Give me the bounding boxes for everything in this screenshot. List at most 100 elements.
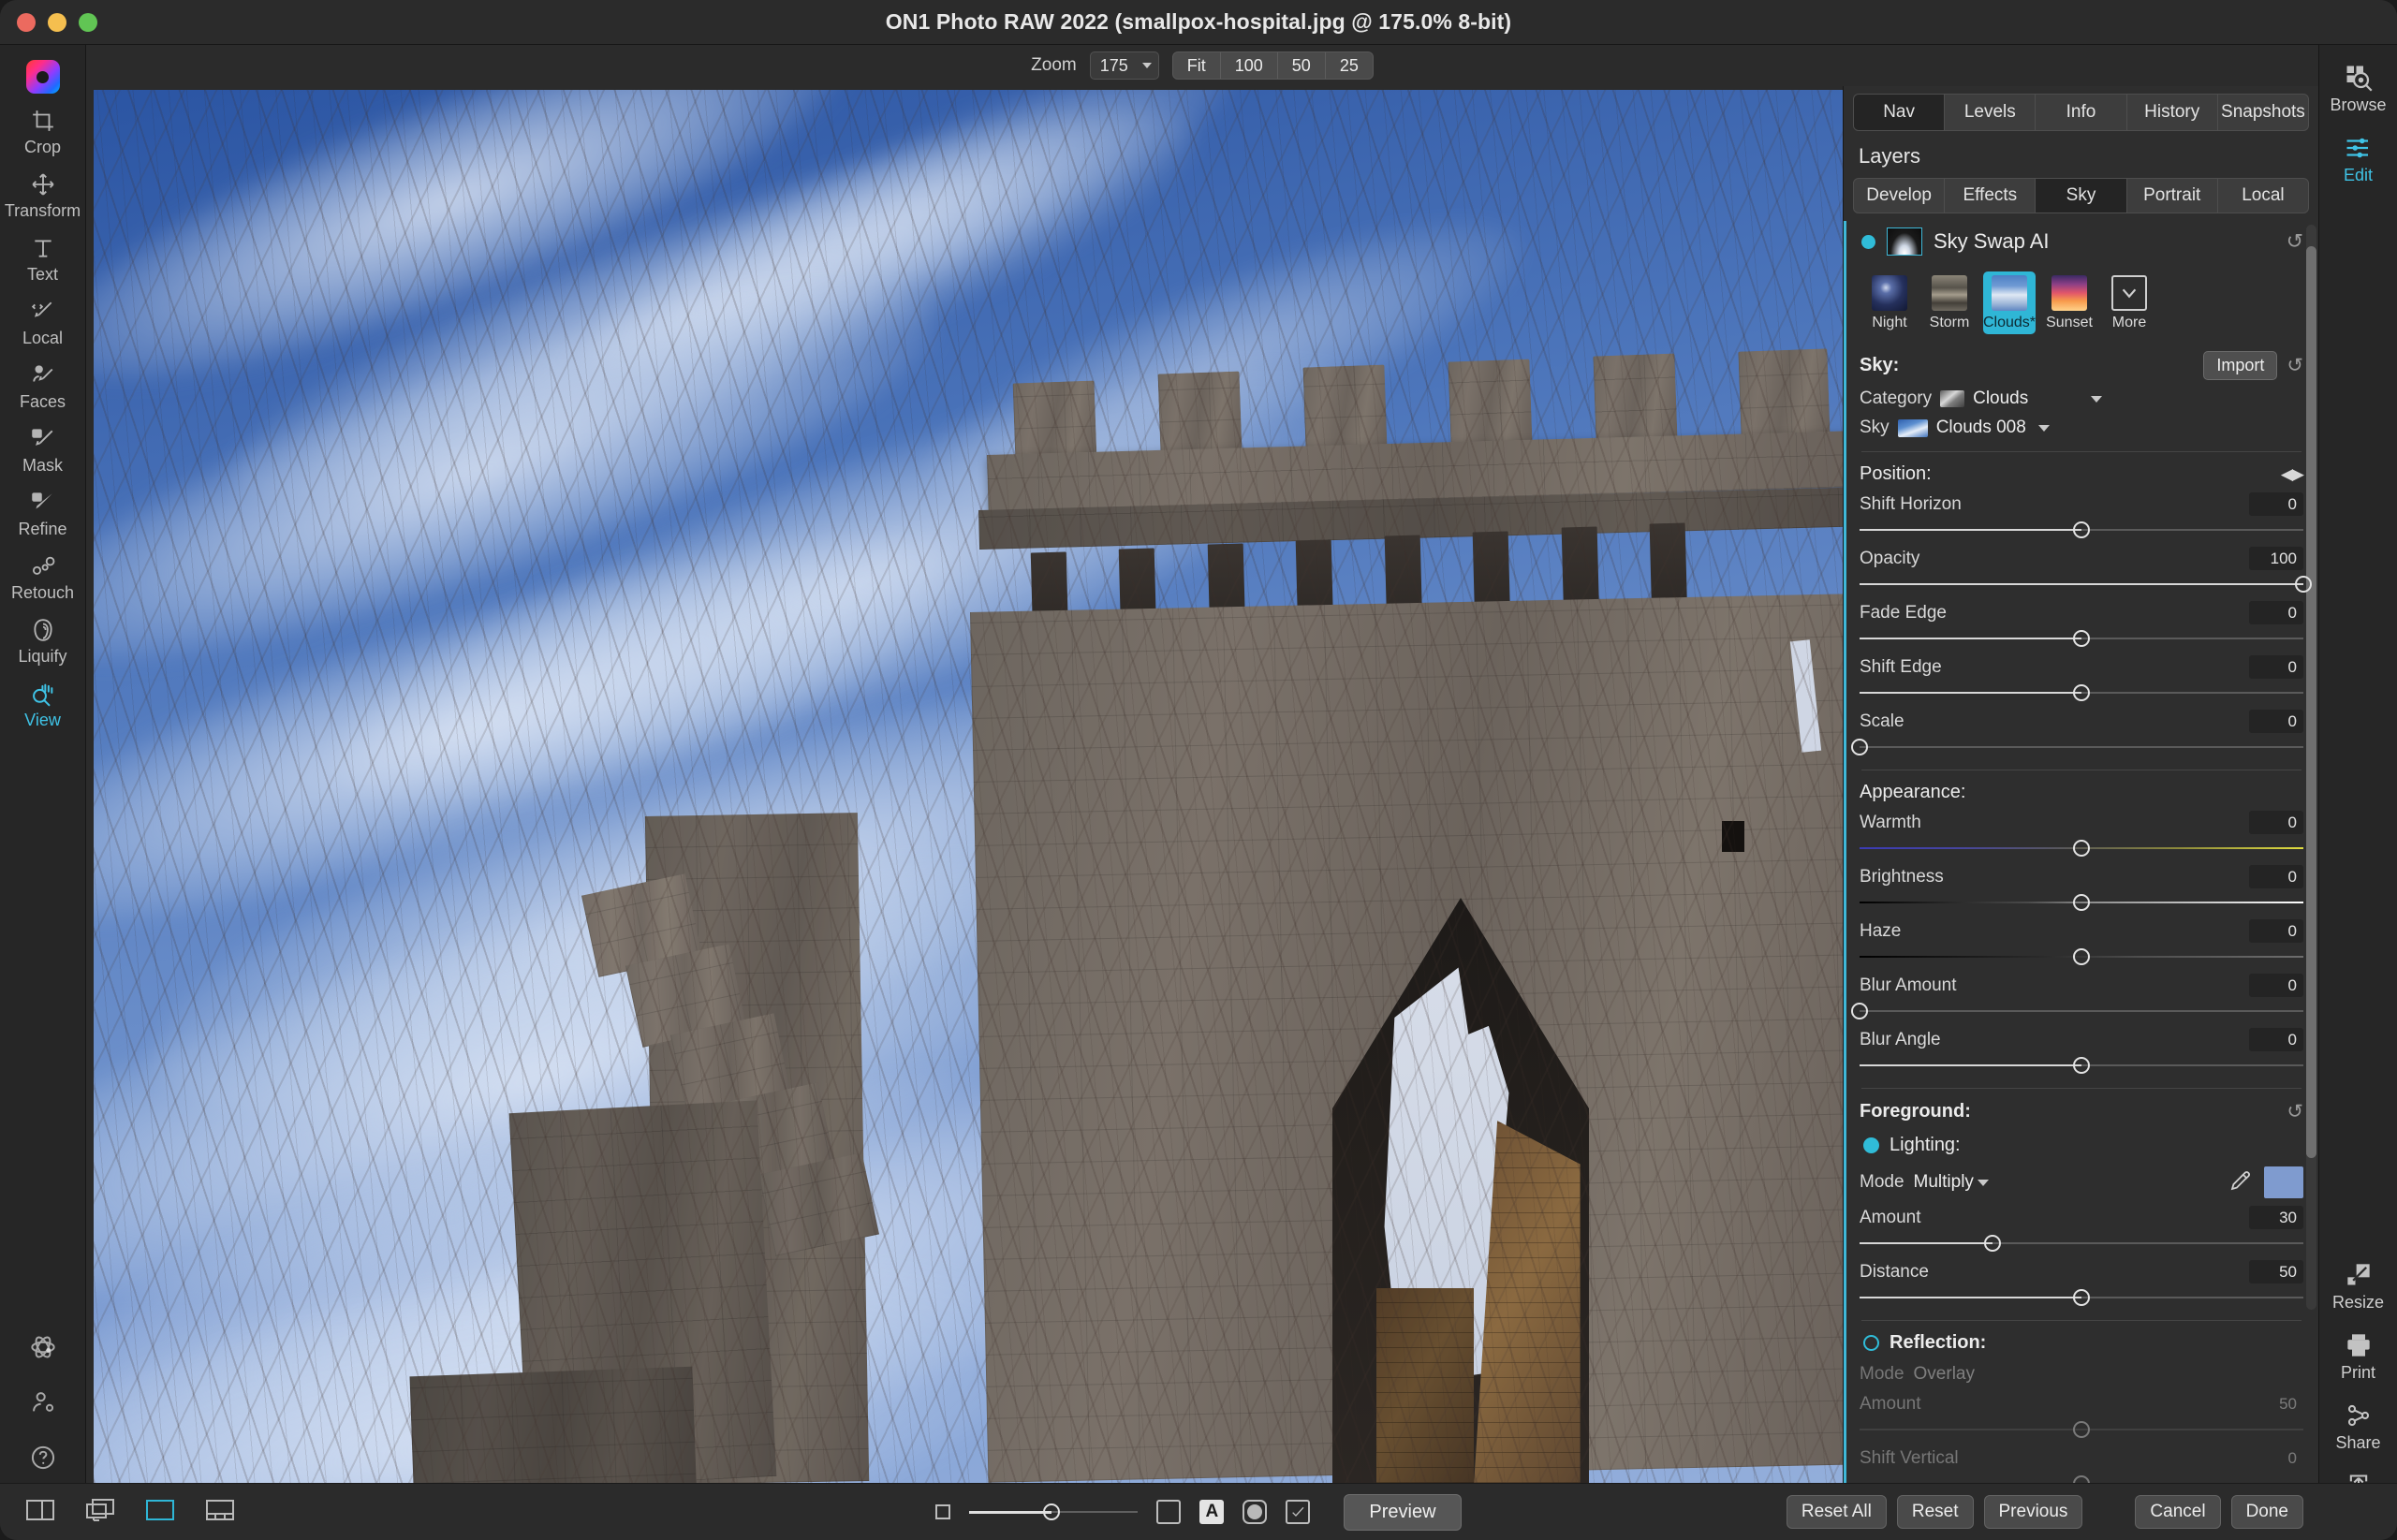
mask-opacity-icon[interactable] [935, 1504, 951, 1519]
module-browse[interactable]: Browse [2319, 45, 2397, 115]
slider-value[interactable]: 0 [2249, 974, 2303, 997]
cancel-button[interactable]: Cancel [2135, 1495, 2221, 1529]
reflection-toggle[interactable]: Reflection: [1860, 1332, 2303, 1354]
slider-knob[interactable] [2073, 1289, 2090, 1306]
slider-value[interactable]: 0 [2249, 811, 2303, 834]
zoom-fit-button[interactable]: Fit [1173, 52, 1221, 79]
panel-scrollbar[interactable] [2306, 225, 2316, 1311]
foreground-reset-icon[interactable]: ↺ [2287, 1100, 2303, 1123]
tool-view[interactable]: View [0, 667, 86, 730]
preset-more[interactable]: More [2103, 271, 2155, 334]
tab-nav[interactable]: Nav [1854, 95, 1946, 130]
tab-sky[interactable]: Sky [2036, 179, 2127, 213]
slider-value[interactable]: 0 [2249, 601, 2303, 624]
slider-knob[interactable] [2073, 684, 2090, 701]
lighting-color-swatch[interactable] [2264, 1166, 2303, 1198]
slider-value[interactable]: 100 [2249, 547, 2303, 570]
tab-snapshots[interactable]: Snapshots [2218, 95, 2308, 130]
slider-haze[interactable]: Haze 0 [1860, 919, 2303, 966]
sky-swap-ai-header[interactable]: Sky Swap AI ↺ [1860, 221, 2303, 262]
tool-transform[interactable]: Transform [0, 157, 86, 221]
preset-night[interactable]: Night [1863, 271, 1916, 334]
slider-knob[interactable] [1851, 739, 1868, 755]
slider-scale[interactable]: Scale 0 [1851, 710, 2303, 756]
slider-value[interactable]: 0 [2249, 492, 2303, 516]
slider-value[interactable]: 0 [2249, 710, 2303, 733]
tab-local[interactable]: Local [2218, 179, 2308, 213]
slider-value[interactable]: 50 [2249, 1260, 2303, 1283]
tab-history[interactable]: History [2127, 95, 2218, 130]
show-mask-icon[interactable] [1156, 1500, 1182, 1524]
slider-blur-amount[interactable]: Blur Amount 0 [1851, 974, 2303, 1020]
checklist-icon[interactable] [1286, 1500, 1311, 1524]
opacity-slider-knob[interactable] [1043, 1503, 1061, 1520]
slider-knob[interactable] [2073, 521, 2090, 538]
tool-text[interactable]: Text [0, 221, 86, 285]
tab-effects[interactable]: Effects [1945, 179, 2037, 213]
slider-lighting-amount[interactable]: Amount 30 [1860, 1206, 2303, 1253]
slider-opacity[interactable]: Opacity 100 [1860, 547, 2312, 594]
slider-shift-horizon[interactable]: Shift Horizon 0 [1860, 492, 2303, 539]
slider-brightness[interactable]: Brightness 0 [1860, 865, 2303, 912]
module-share[interactable]: Share [2319, 1383, 2397, 1453]
zoom-100-button[interactable]: 100 [1221, 52, 1278, 79]
slider-knob[interactable] [1851, 1003, 1868, 1019]
tool-mask[interactable]: Mask [0, 412, 86, 476]
tool-retouch[interactable]: Retouch [0, 539, 86, 603]
position-nudge-arrows-icon[interactable]: ◀▶ [2281, 465, 2304, 484]
preset-sunset[interactable]: Sunset [2043, 271, 2096, 334]
lighting-mode-row[interactable]: Mode Multiply [1860, 1166, 2303, 1198]
slider-warmth[interactable]: Warmth 0 [1860, 811, 2303, 858]
preset-storm[interactable]: Storm [1923, 271, 1976, 334]
module-edit[interactable]: Edit [2319, 115, 2397, 185]
import-button[interactable]: Import [2203, 351, 2278, 380]
tab-portrait[interactable]: Portrait [2127, 179, 2218, 213]
previous-button[interactable]: Previous [1983, 1495, 2083, 1529]
reset-all-button[interactable]: Reset All [1786, 1495, 1887, 1529]
slider-knob[interactable] [2073, 894, 2090, 911]
slider-value[interactable]: 0 [2249, 655, 2303, 679]
slider-knob[interactable] [2073, 948, 2090, 965]
slider-knob[interactable] [2073, 840, 2090, 857]
tab-levels[interactable]: Levels [1945, 95, 2037, 130]
atom-icon[interactable] [30, 1334, 56, 1365]
slider-shift-edge[interactable]: Shift Edge 0 [1860, 655, 2303, 702]
done-button[interactable]: Done [2230, 1495, 2303, 1529]
slider-knob[interactable] [1984, 1235, 2002, 1252]
text-overlay-icon[interactable]: A [1199, 1500, 1225, 1524]
effect-thumbnail[interactable] [1887, 227, 1922, 256]
module-print[interactable]: Print [2319, 1313, 2397, 1383]
opacity-slider[interactable] [969, 1503, 1139, 1520]
soft-proof-icon[interactable] [1243, 1500, 1268, 1524]
tab-develop[interactable]: Develop [1854, 179, 1946, 213]
user-settings-icon[interactable] [30, 1389, 56, 1420]
slider-value[interactable]: 0 [2249, 865, 2303, 888]
slider-fade-edge[interactable]: Fade Edge 0 [1860, 601, 2303, 648]
sky-reset-icon[interactable]: ↺ [2287, 354, 2303, 377]
reset-button[interactable]: Reset [1896, 1495, 1974, 1529]
slider-value[interactable]: 0 [2249, 1028, 2303, 1051]
zoom-25-button[interactable]: 25 [1326, 52, 1373, 79]
zoom-select[interactable]: 175 [1089, 51, 1159, 80]
sky-dropdown[interactable]: Sky Clouds 008 [1860, 418, 2303, 438]
image-canvas[interactable] [94, 90, 1863, 1483]
reset-arrow-icon[interactable]: ↺ [2287, 229, 2303, 254]
effect-enabled-toggle[interactable] [1861, 234, 1875, 249]
panel-scroll-area[interactable]: Sky Swap AI ↺ Night Storm Clouds* Sunset… [1844, 221, 2318, 1483]
tool-crop[interactable]: Crop [0, 94, 86, 157]
slider-knob[interactable] [2073, 1057, 2090, 1074]
tool-local[interactable]: Local [0, 285, 86, 348]
tool-faces[interactable]: Faces [0, 348, 86, 412]
preset-clouds[interactable]: Clouds* [1983, 271, 2036, 334]
tab-info[interactable]: Info [2036, 95, 2127, 130]
module-resize[interactable]: Resize [2319, 1242, 2397, 1313]
zoom-50-button[interactable]: 50 [1278, 52, 1326, 79]
slider-blur-angle[interactable]: Blur Angle 0 [1860, 1028, 2303, 1075]
preview-button[interactable]: Preview [1344, 1493, 1462, 1531]
slider-knob[interactable] [2295, 576, 2312, 593]
slider-value[interactable]: 0 [2249, 919, 2303, 943]
eyedropper-icon[interactable] [2228, 1169, 2251, 1196]
lighting-toggle[interactable]: Lighting: [1860, 1135, 2303, 1156]
slider-lighting-distance[interactable]: Distance 50 [1860, 1260, 2303, 1307]
slider-knob[interactable] [2073, 630, 2090, 647]
